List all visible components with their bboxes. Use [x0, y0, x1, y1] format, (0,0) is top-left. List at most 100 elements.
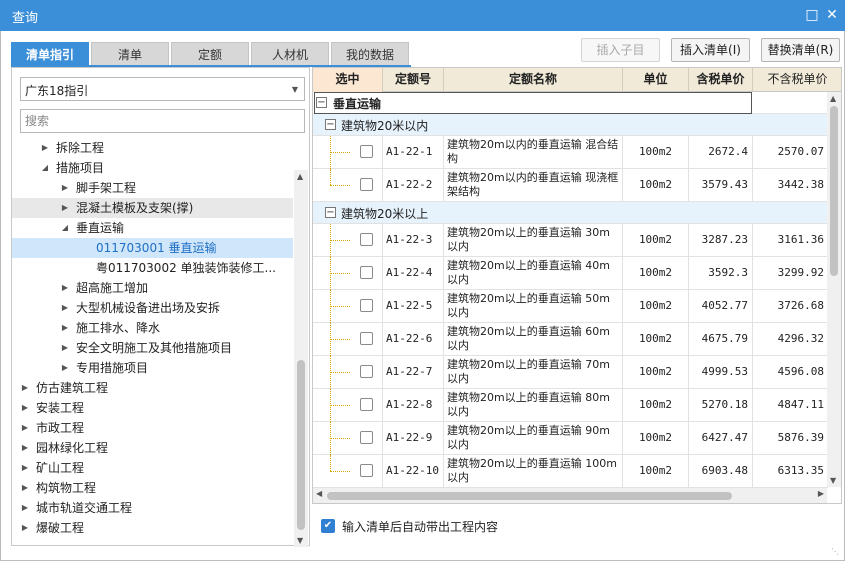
collapsed-arrow-icon[interactable]: ▶ [20, 518, 30, 538]
column-header-notax-price[interactable]: 不含税单价 [753, 68, 841, 92]
collapsed-arrow-icon[interactable]: ▶ [20, 438, 30, 458]
scroll-left-icon[interactable]: ◀ [316, 489, 322, 498]
scroll-up-icon[interactable]: ▲ [297, 172, 303, 181]
tree-node[interactable]: ▶ 矿山工程 [12, 458, 293, 478]
collapsed-arrow-icon[interactable]: ▶ [60, 278, 70, 298]
table-row[interactable]: A1-22-9 建筑物20m以上的垂直运输 90m以内 100m2 6427.47 58… [313, 422, 828, 455]
table-row[interactable]: A1-22-2 建筑物20m以内的垂直运输 现浇框架结构 100m2 3579.43 3… [313, 169, 828, 202]
tree-node-label: 011703001 垂直运输 [96, 241, 217, 255]
table-row[interactable]: A1-22-6 建筑物20m以上的垂直运输 60m以内 100m2 4675.79 42… [313, 323, 828, 356]
unit-cell: 100m2 [623, 422, 689, 454]
close-icon[interactable]: ✕ [823, 6, 841, 24]
tab-quota[interactable]: 定额 [171, 42, 249, 66]
column-header-unit[interactable]: 单位 [623, 68, 689, 92]
table-row[interactable]: A1-22-3 建筑物20m以上的垂直运输 30m以内 100m2 3287.23 31… [313, 224, 828, 257]
column-header-code[interactable]: 定额号 [383, 68, 444, 92]
tree-node[interactable]: ◢ 措施项目 [12, 158, 293, 178]
tree-node[interactable]: 粤011703002 单独装饰装修工... [12, 258, 293, 278]
scroll-thumb[interactable] [297, 360, 305, 530]
collapsed-arrow-icon[interactable]: ▶ [20, 398, 30, 418]
tab-list[interactable]: 清单 [91, 42, 169, 66]
subgroup-row[interactable]: − 建筑物20米以内 [313, 114, 828, 136]
guide-select[interactable]: 广东18指引 ▼ [20, 77, 305, 101]
tree-node[interactable]: ▶ 安装工程 [12, 398, 293, 418]
tree-node-label: 脚手架工程 [76, 181, 137, 195]
tab-labor-material-machine[interactable]: 人材机 [251, 42, 329, 66]
insert-child-button[interactable]: 插入子目 [581, 38, 660, 62]
collapsed-arrow-icon[interactable]: ▶ [60, 178, 70, 198]
tree-node[interactable]: ▶ 大型机械设备进出场及安拆 [12, 298, 293, 318]
collapsed-arrow-icon[interactable]: ▶ [60, 198, 70, 218]
collapsed-arrow-icon[interactable]: ▶ [20, 498, 30, 518]
code-cell: A1-22-3 [383, 224, 444, 256]
table-row[interactable]: A1-22-8 建筑物20m以上的垂直运输 80m以内 100m2 5270.18 48… [313, 389, 828, 422]
scroll-down-icon[interactable]: ▼ [297, 536, 303, 545]
search-input[interactable] [21, 110, 304, 132]
tab-my-data[interactable]: 我的数据 [331, 42, 409, 66]
auto-content-checkbox[interactable]: ✔ [321, 519, 335, 533]
replace-list-button[interactable]: 替换清单(R) [761, 38, 840, 62]
column-header-name[interactable]: 定额名称 [444, 68, 623, 92]
name-cell: 建筑物20m以上的垂直运输 30m以内 [444, 224, 623, 256]
grid-vertical-scrollbar[interactable]: ▲ ▼ [827, 92, 841, 487]
collapsed-arrow-icon[interactable]: ▶ [20, 378, 30, 398]
tree-node[interactable]: ▶ 拆除工程 [12, 138, 293, 158]
tree-node[interactable]: ▶ 超高施工增加 [12, 278, 293, 298]
tree-node[interactable]: ▶ 脚手架工程 [12, 178, 293, 198]
scroll-up-icon[interactable]: ▲ [830, 94, 836, 103]
column-header-tax-price[interactable]: 含税单价 [689, 68, 753, 92]
tree-node[interactable]: ▶ 仿古建筑工程 [12, 378, 293, 398]
tree-node[interactable]: ▶ 园林绿化工程 [12, 438, 293, 458]
tree-node[interactable]: ▶ 爆破工程 [12, 518, 293, 538]
tree-node[interactable]: 011703001 垂直运输 [12, 238, 293, 258]
subgroup-row[interactable]: − 建筑物20米以上 [313, 202, 828, 224]
tree-node[interactable]: ▶ 专用措施项目 [12, 358, 293, 378]
collapsed-arrow-icon[interactable]: ▶ [60, 338, 70, 358]
table-row[interactable]: A1-22-1 建筑物20m以内的垂直运输 混合结构 100m2 2672.4 2570… [313, 136, 828, 169]
scroll-down-icon[interactable]: ▼ [830, 476, 836, 485]
table-row[interactable]: A1-22-10 建筑物20m以上的垂直运输 100m以内 100m2 6903.48… [313, 455, 828, 488]
tab-list-guide[interactable]: 清单指引 [11, 42, 89, 66]
expanded-arrow-icon[interactable]: ◢ [40, 158, 50, 178]
tax-price-cell: 3287.23 [689, 224, 753, 256]
expanded-arrow-icon[interactable]: ◢ [60, 218, 70, 238]
select-cell [313, 169, 383, 201]
tree-vertical-scrollbar[interactable]: ▲ ▼ [294, 170, 308, 547]
scroll-thumb[interactable] [327, 492, 732, 500]
collapsed-arrow-icon[interactable]: ▶ [40, 138, 50, 158]
collapsed-arrow-icon[interactable]: ▶ [60, 298, 70, 318]
chevron-down-icon[interactable]: ▼ [292, 85, 298, 94]
tree-node[interactable]: ▶ 构筑物工程 [12, 478, 293, 498]
tree-node-label: 垂直运输 [76, 221, 125, 235]
unit-cell: 100m2 [623, 224, 689, 256]
collapse-icon[interactable]: − [325, 119, 336, 130]
select-cell [313, 422, 383, 454]
collapse-icon[interactable]: − [316, 97, 327, 108]
tree-node-label: 超高施工增加 [76, 281, 149, 295]
tree-node[interactable]: ▶ 安全文明施工及其他措施项目 [12, 338, 293, 358]
collapsed-arrow-icon[interactable]: ▶ [20, 478, 30, 498]
resize-grip-icon[interactable]: ⋱ [831, 547, 841, 557]
tree-node[interactable]: ▶ 市政工程 [12, 418, 293, 438]
grid-horizontal-scrollbar[interactable]: ◀ ▶ [313, 488, 827, 503]
collapsed-arrow-icon[interactable]: ▶ [60, 318, 70, 338]
table-row[interactable]: A1-22-7 建筑物20m以上的垂直运输 70m以内 100m2 4999.53 45… [313, 356, 828, 389]
group-row[interactable]: − 垂直运输 [313, 92, 828, 114]
table-row[interactable]: A1-22-5 建筑物20m以上的垂直运输 50m以内 100m2 4052.77 37… [313, 290, 828, 323]
collapse-icon[interactable]: − [325, 207, 336, 218]
tree-node[interactable]: ▶ 城市轨道交通工程 [12, 498, 293, 518]
insert-list-button[interactable]: 插入清单(I) [671, 38, 750, 62]
collapsed-arrow-icon[interactable]: ▶ [20, 418, 30, 438]
tree-node[interactable]: ▶ 施工排水、降水 [12, 318, 293, 338]
tree-node-label: 仿古建筑工程 [36, 381, 109, 395]
collapsed-arrow-icon[interactable]: ▶ [20, 458, 30, 478]
search-field[interactable] [20, 109, 305, 133]
scroll-right-icon[interactable]: ▶ [818, 489, 824, 498]
table-row[interactable]: A1-22-4 建筑物20m以上的垂直运输 40m以内 100m2 3592.3 329… [313, 257, 828, 290]
tree-node[interactable]: ◢ 垂直运输 [12, 218, 293, 238]
maximize-icon[interactable]: □ [803, 6, 821, 24]
tree-node[interactable]: ▶ 混凝土模板及支架(撑) [12, 198, 293, 218]
scroll-thumb[interactable] [830, 106, 838, 276]
column-header-select[interactable]: 选中 [313, 68, 383, 92]
collapsed-arrow-icon[interactable]: ▶ [60, 358, 70, 378]
